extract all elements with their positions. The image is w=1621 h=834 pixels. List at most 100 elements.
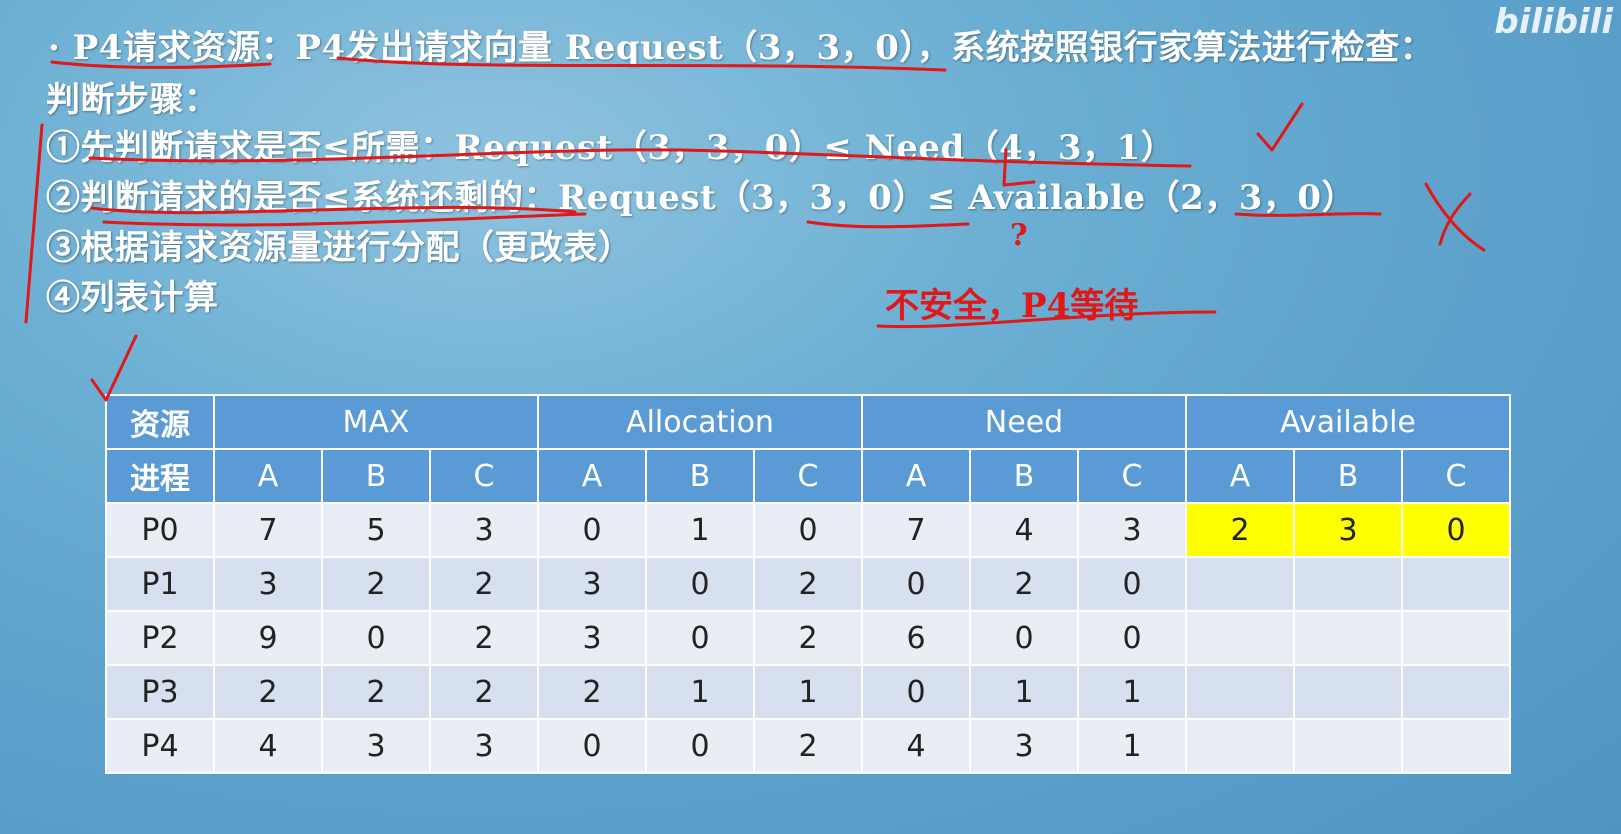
table-row: P2 9 0 2 3 0 2 6 0 0	[105, 610, 1511, 666]
sub-header: C	[753, 448, 863, 504]
table-cell: 2	[429, 556, 539, 612]
resource-table: 资源 MAX Allocation Need Available 进程 A B …	[105, 394, 1511, 774]
process-cell: P2	[105, 610, 215, 666]
left-brace	[24, 123, 44, 324]
table-cell	[1293, 718, 1403, 774]
table-cell: 0	[537, 718, 647, 774]
step-4: ④列表计算	[46, 278, 219, 318]
table-cell: 3	[429, 502, 539, 558]
table-cell: 2	[969, 556, 1079, 612]
table-cell: 0	[753, 502, 863, 558]
table-cell	[1401, 664, 1511, 720]
check-mark-step1	[1256, 102, 1304, 152]
sub-header: A	[1185, 448, 1295, 504]
check-mark-table	[90, 334, 138, 402]
table-cell: 7	[213, 502, 323, 558]
step-3: ③根据请求资源量进行分配（更改表）	[46, 228, 633, 268]
cross-mark-a	[1424, 182, 1486, 252]
table-cell	[1185, 556, 1295, 612]
table-cell: 3	[1077, 502, 1187, 558]
table-row: P3 2 2 2 2 1 1 0 1 1	[105, 664, 1511, 720]
table-cell	[1293, 556, 1403, 612]
table-cell: 2	[213, 664, 323, 720]
sub-header: A	[861, 448, 971, 504]
table-cell	[1185, 610, 1295, 666]
cross-mark-b	[1438, 192, 1472, 246]
available-cell: 0	[1401, 502, 1511, 558]
table-cell: 4	[861, 718, 971, 774]
table-row: P0 7 5 3 0 1 0 7 4 3 2 3 0	[105, 502, 1511, 558]
table-cell: 3	[537, 610, 647, 666]
table-cell: 3	[429, 718, 539, 774]
bilibili-watermark: bilibili	[1494, 2, 1613, 42]
process-cell: P1	[105, 556, 215, 612]
table-cell: 2	[429, 610, 539, 666]
group-header-max: MAX	[213, 394, 539, 450]
available-cell: 3	[1293, 502, 1403, 558]
table-cell: 3	[537, 556, 647, 612]
table-cell: 1	[645, 664, 755, 720]
corner-process-label: 进程	[105, 448, 215, 504]
table-cell: 3	[969, 718, 1079, 774]
table-cell: 0	[321, 610, 431, 666]
table-cell: 1	[753, 664, 863, 720]
step-1: ①先判断请求是否≤所需：Request（3，3，0）≤ Need（4，3，1）	[46, 128, 1176, 168]
table-cell: 2	[321, 556, 431, 612]
sub-header: A	[537, 448, 647, 504]
sub-header: B	[645, 448, 755, 504]
table-cell: 6	[861, 610, 971, 666]
group-header-allocation: Allocation	[537, 394, 863, 450]
sub-header: B	[321, 448, 431, 504]
table-cell	[1293, 664, 1403, 720]
table-cell: 2	[537, 664, 647, 720]
group-header-need: Need	[861, 394, 1187, 450]
table-cell: 2	[753, 718, 863, 774]
process-cell: P4	[105, 718, 215, 774]
underline-step2-value	[806, 220, 970, 229]
table-cell: 0	[645, 718, 755, 774]
table-cell: 9	[213, 610, 323, 666]
table-cell: 3	[213, 556, 323, 612]
slide: · P4请求资源：P4发出请求向量 Request（3，3，0），系统按照银行家…	[0, 0, 1621, 834]
table-cell: 0	[645, 610, 755, 666]
table-cell: 5	[321, 502, 431, 558]
table-cell	[1185, 664, 1295, 720]
annotation-question: ?	[1010, 218, 1028, 253]
table-cell	[1401, 556, 1511, 612]
table-cell: 1	[645, 502, 755, 558]
table-cell	[1401, 610, 1511, 666]
table-cell: 2	[753, 556, 863, 612]
process-cell: P3	[105, 664, 215, 720]
table-cell: 1	[1077, 718, 1187, 774]
table-cell: 7	[861, 502, 971, 558]
table-cell: 1	[1077, 664, 1187, 720]
table-row: P4 4 3 3 0 0 2 4 3 1	[105, 718, 1511, 774]
sub-header: B	[1293, 448, 1403, 504]
table-cell: 3	[321, 718, 431, 774]
table-cell: 2	[429, 664, 539, 720]
table-cell: 1	[969, 664, 1079, 720]
table-cell: 4	[213, 718, 323, 774]
table-cell: 2	[753, 610, 863, 666]
table-cell: 0	[861, 664, 971, 720]
slide-title: · P4请求资源：P4发出请求向量 Request（3，3，0），系统按照银行家…	[48, 28, 1435, 68]
table-cell: 0	[645, 556, 755, 612]
table-cell: 0	[969, 610, 1079, 666]
sub-header: C	[429, 448, 539, 504]
sub-header: B	[969, 448, 1079, 504]
available-cell: 2	[1185, 502, 1295, 558]
table-cell: 0	[537, 502, 647, 558]
sub-header: A	[213, 448, 323, 504]
table-cell	[1293, 610, 1403, 666]
table-cell: 0	[1077, 610, 1187, 666]
table-cell: 0	[1077, 556, 1187, 612]
table-cell: 4	[969, 502, 1079, 558]
steps-heading: 判断步骤：	[46, 80, 219, 120]
sub-header: C	[1401, 448, 1511, 504]
corner-resource-label: 资源	[105, 394, 215, 450]
table-row: P1 3 2 2 3 0 2 0 2 0	[105, 556, 1511, 612]
table-cell	[1401, 718, 1511, 774]
group-header-available: Available	[1185, 394, 1511, 450]
annotation-conclusion: 不安全，P4等待	[885, 286, 1139, 326]
table-cell: 0	[861, 556, 971, 612]
